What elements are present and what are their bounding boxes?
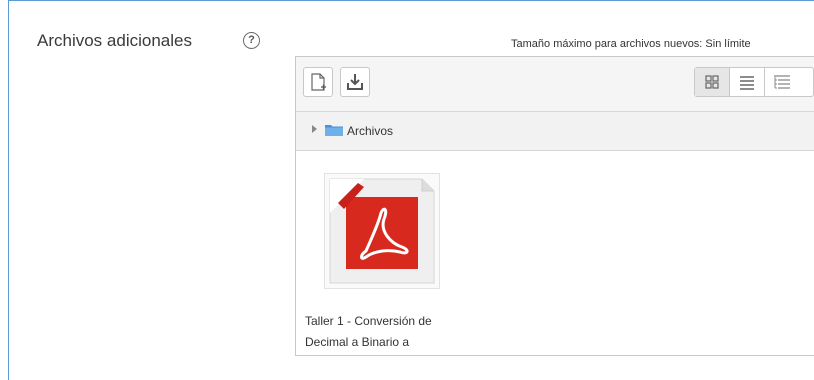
view-tree-icon [774,75,790,89]
pdf-file-icon [329,178,435,284]
file-name[interactable]: Taller 1 - Conversión de Decimal a Binar… [305,311,465,353]
view-list-icon [740,76,754,90]
download-all-button[interactable] [340,67,370,97]
add-file-icon [311,73,326,91]
view-list-button[interactable] [730,68,764,96]
file-manager: Archivos Taller 1 - Conversión de Decima… [295,56,814,356]
field-label: Archivos adicionales [37,31,192,50]
folder-icon [325,125,343,136]
view-icons-button[interactable] [695,68,729,96]
file-manager-toolbar [296,57,814,112]
add-file-button[interactable] [303,67,333,97]
view-icons-icon [705,75,719,89]
breadcrumb-path: Archivos [296,112,814,151]
path-label[interactable]: Archivos [347,124,393,138]
file-thumbnail[interactable] [324,173,440,289]
download-icon [347,74,363,90]
view-tree-button[interactable] [765,68,799,96]
view-switcher [694,67,814,97]
max-size-text: Tamaño máximo para archivos nuevos: Sin … [511,38,751,50]
help-icon[interactable]: ? [243,32,260,49]
expand-arrow-icon[interactable] [312,125,317,133]
